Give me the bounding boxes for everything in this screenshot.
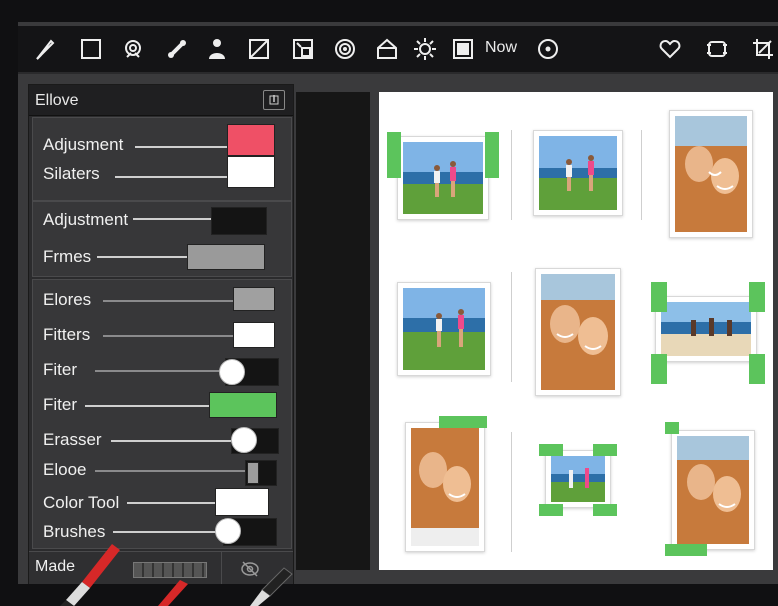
bone-icon[interactable] xyxy=(162,34,192,64)
brushes-slider[interactable] xyxy=(113,531,223,533)
photo-two-women-3[interactable] xyxy=(405,422,485,552)
photo-beach-girls-2[interactable] xyxy=(533,130,623,216)
photo-beach-group[interactable] xyxy=(655,296,757,362)
panel-header: Ellove xyxy=(29,85,293,116)
selection-handle[interactable] xyxy=(749,282,765,312)
spiral-icon[interactable] xyxy=(330,34,360,64)
adjustment-group-2: Adjustment Frmes xyxy=(32,201,292,277)
fitters-color-swatch[interactable] xyxy=(233,322,275,348)
selection-handle[interactable] xyxy=(539,504,563,516)
selection-handle[interactable] xyxy=(593,504,617,516)
elores-label: Elores xyxy=(43,290,92,309)
selection-handle[interactable] xyxy=(387,132,401,178)
elooe-handle[interactable] xyxy=(247,462,259,484)
selection-handle[interactable] xyxy=(485,132,499,178)
transform-icon[interactable] xyxy=(288,34,318,64)
selection-handle[interactable] xyxy=(651,354,667,384)
selection-handle[interactable] xyxy=(749,354,765,384)
photo-two-women-4[interactable] xyxy=(671,430,755,550)
fiter-knob-1[interactable] xyxy=(219,359,245,385)
photo-beach-girls-3[interactable] xyxy=(397,282,491,376)
column-divider xyxy=(641,130,642,220)
adjusment-slider[interactable] xyxy=(135,146,227,148)
adjustment-group-3: Elores Fitters Fiter Fiter Erasser Elooe… xyxy=(32,279,292,549)
selection-handle[interactable] xyxy=(593,444,617,456)
erasser-knob[interactable] xyxy=(231,427,257,453)
resize-frame-icon[interactable] xyxy=(702,34,732,64)
adjustment-label: Adjustment xyxy=(43,210,129,229)
selection-handle[interactable] xyxy=(651,282,667,312)
fiter-color-swatch-2[interactable] xyxy=(209,392,277,418)
house-icon[interactable] xyxy=(372,34,402,64)
frmes-label: Frmes xyxy=(43,247,92,266)
silaters-slider[interactable] xyxy=(115,176,227,178)
column-divider xyxy=(511,272,512,382)
fiter-slider-2[interactable] xyxy=(85,405,209,407)
canvas-margin xyxy=(296,92,370,570)
elores-color-swatch[interactable] xyxy=(233,287,275,311)
person-icon[interactable] xyxy=(202,34,232,64)
sun-icon[interactable] xyxy=(410,34,440,64)
lasso-icon[interactable] xyxy=(118,34,148,64)
fitters-slider[interactable] xyxy=(103,335,233,337)
adjustment-color-swatch[interactable] xyxy=(211,207,267,235)
fiter-label-1: Fiter xyxy=(43,360,77,379)
footer-divider xyxy=(221,552,222,584)
photo-beach-girls-1[interactable] xyxy=(397,136,489,220)
fitters-label: Fitters xyxy=(43,325,91,344)
photo-two-women-1[interactable] xyxy=(669,110,753,238)
fiter-slider-1[interactable] xyxy=(95,370,225,372)
frmes-slider[interactable] xyxy=(97,256,187,258)
frame-icon[interactable] xyxy=(448,34,478,64)
top-toolbar: Now xyxy=(18,26,778,74)
adjusment-color-swatch[interactable] xyxy=(227,124,275,156)
photo-beach-girls-small[interactable] xyxy=(545,450,611,508)
elooe-label: Elooe xyxy=(43,460,87,479)
selection-handle[interactable] xyxy=(539,444,563,456)
rectangle-icon[interactable] xyxy=(76,34,106,64)
now-label[interactable]: Now xyxy=(485,39,517,57)
adjustment-group-1: Adjusment Silaters xyxy=(32,117,292,201)
heart-icon[interactable] xyxy=(655,34,685,64)
elores-slider[interactable] xyxy=(103,300,233,302)
silaters-color-swatch[interactable] xyxy=(227,156,275,188)
panel-title: Ellove xyxy=(35,92,79,109)
target-icon[interactable] xyxy=(533,34,563,64)
selection-handle[interactable] xyxy=(439,416,487,428)
column-divider xyxy=(511,432,512,552)
panel-menu-button[interactable] xyxy=(263,90,285,110)
color-tool-slider[interactable] xyxy=(127,502,215,504)
knife-icon[interactable] xyxy=(30,34,60,64)
column-divider xyxy=(511,130,512,220)
frmes-color-swatch[interactable] xyxy=(187,244,265,270)
photo-two-women-2[interactable] xyxy=(535,268,621,396)
adjustment-slider[interactable] xyxy=(133,218,211,220)
brushes-knob[interactable] xyxy=(215,518,241,544)
brush-size-meter[interactable] xyxy=(133,562,207,578)
erasser-slider[interactable] xyxy=(111,440,231,442)
color-tool-swatch[interactable] xyxy=(215,488,269,516)
gray-paintbrush-icon xyxy=(250,567,293,606)
red-paintbrush-icon xyxy=(60,544,120,606)
adjusment-label: Adjusment xyxy=(43,135,124,154)
adjustments-panel: Ellove Adjusment Silaters Adjustment Frm… xyxy=(28,84,294,584)
fiter-label-2: Fiter xyxy=(43,395,77,414)
silaters-label: Silaters xyxy=(43,164,100,183)
panel-pin-icon xyxy=(269,95,279,105)
elooe-slider[interactable] xyxy=(95,470,245,472)
selection-handle[interactable] xyxy=(665,422,679,434)
erasser-label: Erasser xyxy=(43,430,102,449)
red-brush-tip-icon xyxy=(158,580,188,606)
selection-handle[interactable] xyxy=(665,544,707,556)
color-tool-label: Color Tool xyxy=(43,493,120,512)
photo-canvas[interactable] xyxy=(379,92,773,570)
crop-corner-icon[interactable] xyxy=(748,34,778,64)
crop-slash-icon[interactable] xyxy=(244,34,274,64)
